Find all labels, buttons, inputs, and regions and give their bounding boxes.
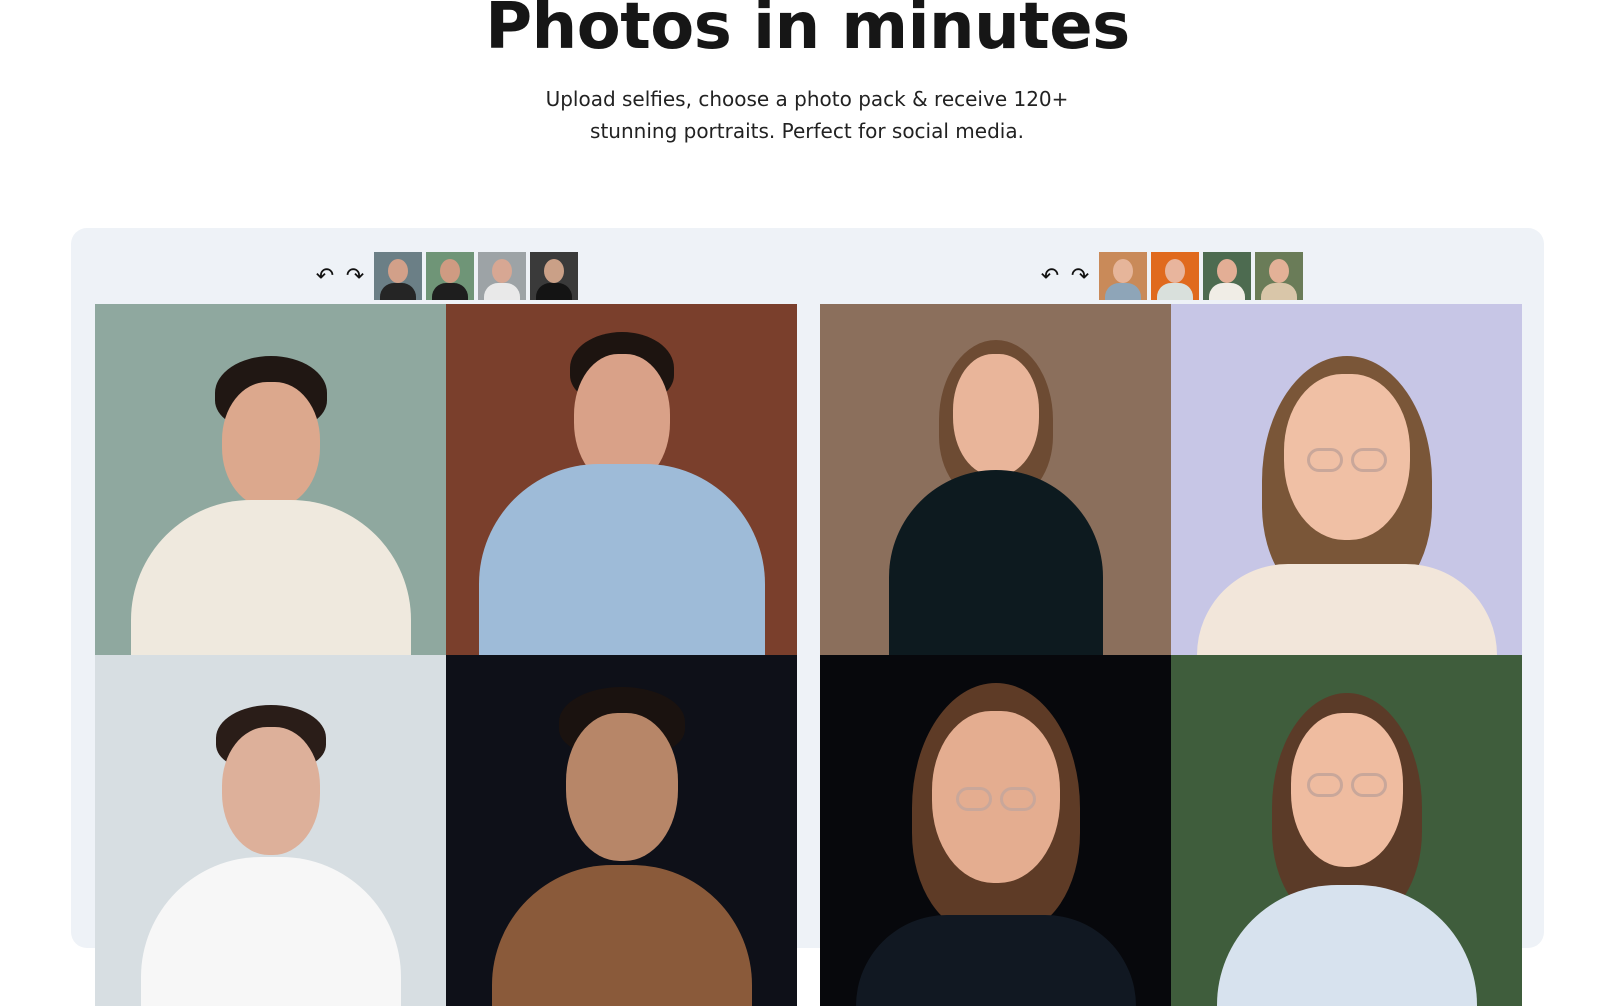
selfie-thumbnail	[1203, 252, 1251, 300]
showcase-panel: ↶ ↷ ↶ ↷	[71, 228, 1544, 1006]
selfie-thumbnail	[1151, 252, 1199, 300]
portrait-image	[95, 304, 446, 655]
portrait-grid	[820, 304, 1522, 1006]
selfie-thumbnail	[1255, 252, 1303, 300]
photo-pack-male: ↶ ↷	[95, 228, 797, 1006]
selfie-thumbnail	[374, 252, 422, 300]
selfie-thumbnail	[1099, 252, 1147, 300]
portrait-image	[446, 655, 797, 1006]
curved-arrow-right-icon: ↷	[345, 263, 365, 289]
selfie-thumbnail	[530, 252, 578, 300]
selfie-strip: ↶ ↷	[1039, 252, 1303, 300]
portrait-image	[1171, 304, 1522, 655]
portrait-grid	[95, 304, 797, 1006]
arrow-group: ↶ ↷	[314, 264, 366, 289]
photo-pack-female: ↶ ↷	[820, 228, 1522, 1006]
portrait-image	[820, 655, 1171, 1006]
hero-subtitle: Upload selfies, choose a photo pack & re…	[545, 87, 1069, 143]
arrow-group: ↶ ↷	[1039, 264, 1091, 289]
selfie-thumbnail	[478, 252, 526, 300]
page-title: Photos in minutes	[485, 0, 1130, 64]
portrait-image	[95, 655, 446, 1006]
portrait-image	[446, 304, 797, 655]
curved-arrow-right-icon: ↷	[1070, 263, 1090, 289]
selfie-strip: ↶ ↷	[314, 252, 578, 300]
portrait-image	[820, 304, 1171, 655]
portrait-image	[1171, 655, 1522, 1006]
curved-arrow-left-icon: ↶	[1040, 263, 1060, 289]
selfie-thumbnails	[374, 252, 578, 300]
curved-arrow-left-icon: ↶	[315, 263, 335, 289]
selfie-thumbnails	[1099, 252, 1303, 300]
selfie-thumbnail	[426, 252, 474, 300]
